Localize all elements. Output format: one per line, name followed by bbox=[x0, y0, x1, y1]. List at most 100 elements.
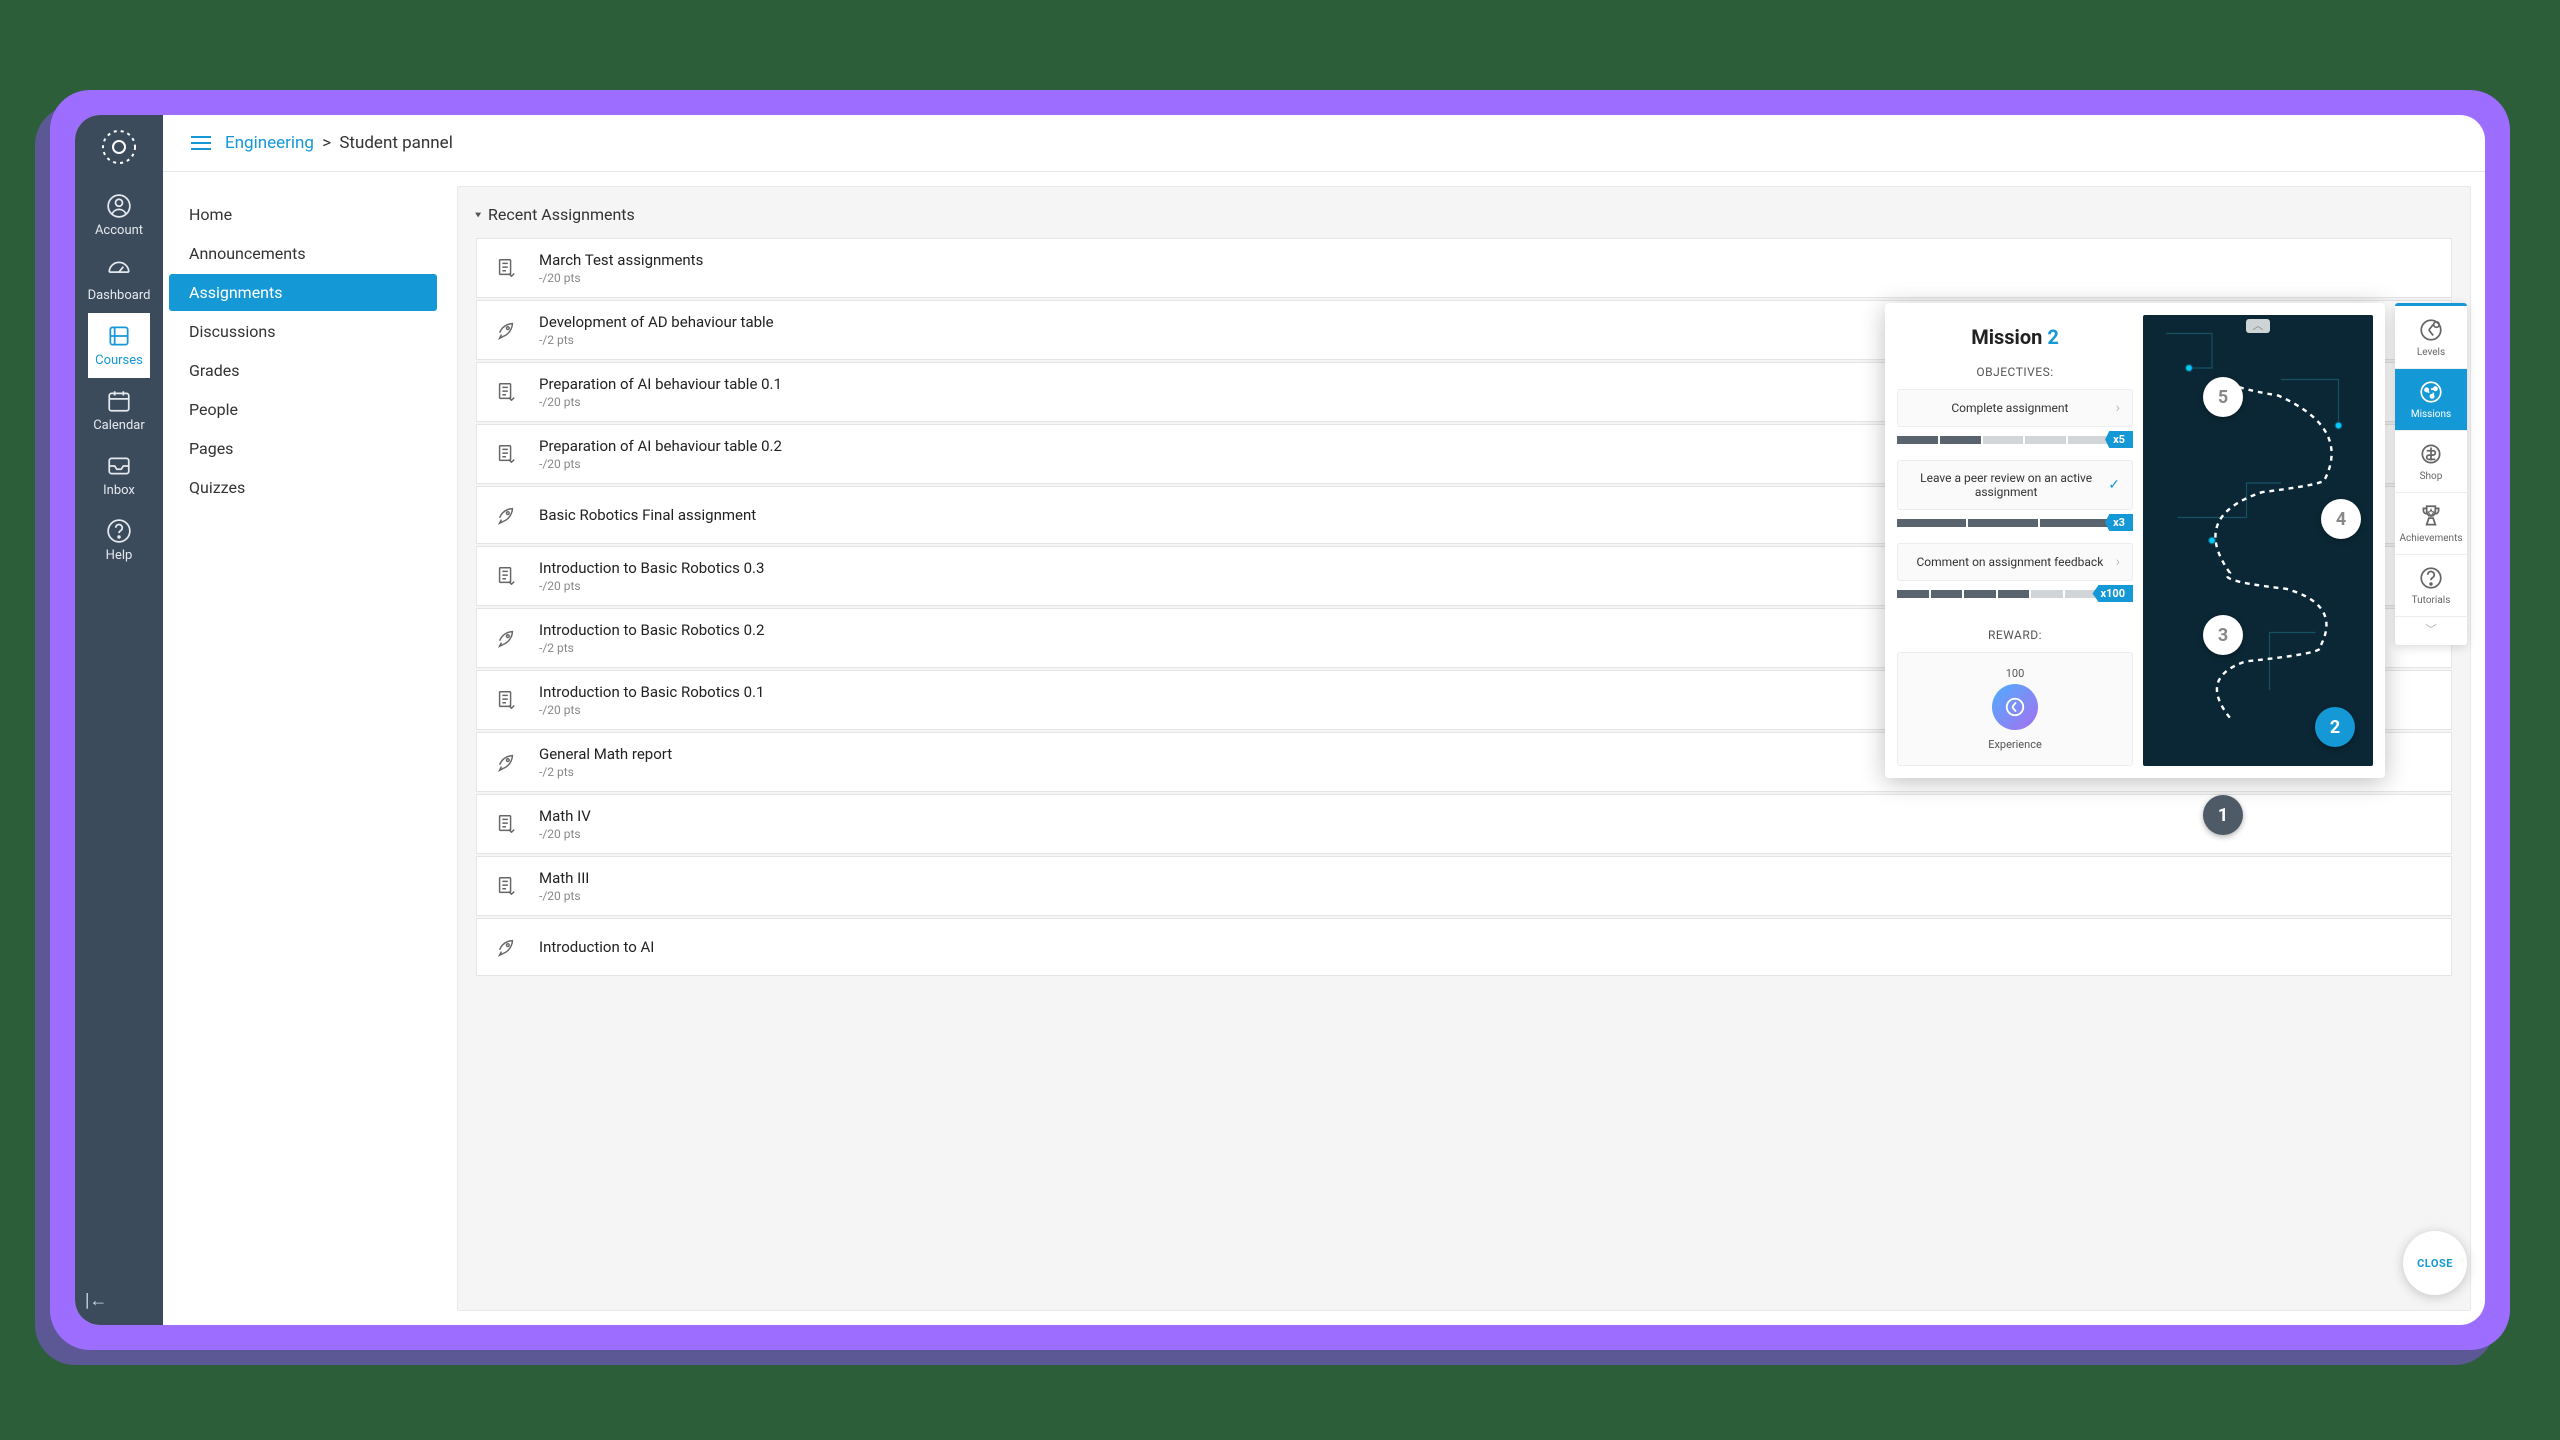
sidenav-item-announcements[interactable]: Announcements bbox=[169, 235, 437, 272]
assignment-title: Introduction to Basic Robotics 0.2 bbox=[539, 621, 764, 639]
nav-calendar[interactable]: Calendar bbox=[88, 378, 151, 443]
document-edit-icon bbox=[495, 565, 517, 587]
assignment-row[interactable]: March Test assignments-/20 pts bbox=[476, 238, 2452, 298]
course-nav: HomeAnnouncementsAssignmentsDiscussionsG… bbox=[163, 172, 443, 1325]
close-button[interactable]: CLOSE bbox=[2403, 1231, 2467, 1295]
account-icon bbox=[106, 193, 132, 219]
nav-inbox[interactable]: Inbox bbox=[88, 443, 151, 508]
objective-text: Leave a peer review on an active assignm… bbox=[1910, 471, 2102, 499]
progress-segments bbox=[1897, 590, 2096, 598]
mission-node-3[interactable]: 3 bbox=[2203, 615, 2243, 655]
progress-segment bbox=[1968, 519, 2037, 527]
mission-node-4[interactable]: 4 bbox=[2321, 499, 2361, 539]
assignment-body: Introduction to Basic Robotics 0.3-/20 p… bbox=[539, 559, 764, 593]
progress-segment bbox=[2040, 519, 2109, 527]
sidenav-item-discussions[interactable]: Discussions bbox=[169, 313, 437, 350]
nav-label: Inbox bbox=[103, 483, 135, 498]
progress-segment bbox=[2031, 590, 2063, 598]
nav-label: Calendar bbox=[93, 418, 145, 433]
objective-progress: x3 bbox=[1897, 514, 2133, 531]
assignment-title: Math IV bbox=[539, 807, 591, 825]
nav-courses[interactable]: Courses bbox=[88, 313, 151, 378]
mission-panel: Mission 2 OBJECTIVES: Complete assignmen… bbox=[1885, 303, 2385, 778]
progress-segment bbox=[2025, 436, 2066, 444]
objectives-label: OBJECTIVES: bbox=[1976, 365, 2053, 379]
assignment-body: Introduction to AI bbox=[539, 938, 654, 956]
tab-label: Levels bbox=[2417, 347, 2445, 358]
breadcrumb-link[interactable]: Engineering bbox=[225, 133, 314, 153]
rail-expand-icon[interactable]: |← bbox=[75, 1290, 107, 1311]
assignment-points: -/20 pts bbox=[539, 703, 764, 717]
tab-label: Shop bbox=[2420, 471, 2443, 482]
breadcrumb-separator: > bbox=[322, 133, 331, 153]
assignment-title: Preparation of AI behaviour table 0.1 bbox=[539, 375, 782, 393]
levels-icon bbox=[2418, 317, 2444, 343]
tutorials-icon bbox=[2418, 565, 2444, 591]
tab-shop[interactable]: Shop bbox=[2395, 431, 2467, 493]
objective-text: Comment on assignment feedback bbox=[1910, 555, 2110, 569]
assignment-title: Introduction to AI bbox=[539, 938, 654, 956]
section-title[interactable]: Recent Assignments bbox=[476, 205, 2452, 224]
assignment-title: Math III bbox=[539, 869, 589, 887]
multiplier-badge: x5 bbox=[2105, 431, 2133, 448]
mission-map[interactable]: ︿ 54321 bbox=[2143, 315, 2373, 766]
assignment-body: March Test assignments-/20 pts bbox=[539, 251, 703, 285]
sidenav-item-home[interactable]: Home bbox=[169, 196, 437, 233]
mission-node-5[interactable]: 5 bbox=[2203, 377, 2243, 417]
tab-more-icon[interactable]: ﹀ bbox=[2395, 617, 2467, 641]
assignment-row[interactable]: Math III-/20 pts bbox=[476, 856, 2452, 916]
assignment-points: -/20 pts bbox=[539, 827, 591, 841]
assignment-points: -/2 pts bbox=[539, 333, 774, 347]
sidenav-item-quizzes[interactable]: Quizzes bbox=[169, 469, 437, 506]
nav-help[interactable]: Help bbox=[88, 508, 151, 573]
rocket-icon bbox=[495, 627, 517, 649]
document-edit-icon bbox=[495, 813, 517, 835]
assignment-title: Development of AD behaviour table bbox=[539, 313, 774, 331]
gamification-tabs: Levels Missions Shop Achievements Tutorials ﹀ bbox=[2395, 303, 2467, 645]
dashboard-icon bbox=[106, 258, 132, 284]
objective-progress: x100 bbox=[1897, 585, 2133, 602]
sidenav-item-assignments[interactable]: Assignments bbox=[169, 274, 437, 311]
achievements-icon bbox=[2418, 503, 2444, 529]
tab-label: Achievements bbox=[2399, 533, 2462, 544]
topbar: Engineering > Student pannel bbox=[163, 115, 2485, 172]
assignment-row[interactable]: Introduction to AI bbox=[476, 918, 2452, 976]
chevron-right-icon: › bbox=[2116, 400, 2120, 416]
assignment-title: Preparation of AI behaviour table 0.2 bbox=[539, 437, 782, 455]
mission-node-1[interactable]: 1 bbox=[2203, 795, 2243, 835]
objective-card[interactable]: Leave a peer review on an active assignm… bbox=[1897, 460, 2133, 510]
tab-label: Tutorials bbox=[2412, 595, 2451, 606]
tab-levels[interactable]: Levels bbox=[2395, 307, 2467, 369]
progress-segment bbox=[1931, 590, 1963, 598]
nav-dashboard[interactable]: Dashboard bbox=[88, 248, 151, 313]
progress-segment bbox=[1897, 436, 1938, 444]
menu-toggle-icon[interactable] bbox=[191, 136, 211, 150]
tab-tutorials[interactable]: Tutorials bbox=[2395, 555, 2467, 617]
mission-node-2[interactable]: 2 bbox=[2315, 707, 2355, 747]
assignment-points: -/2 pts bbox=[539, 765, 672, 779]
rocket-icon bbox=[495, 504, 517, 526]
progress-segment bbox=[1897, 590, 1929, 598]
device-frame: AccountDashboardCourses Calendar Inbox Help… bbox=[50, 90, 2510, 1350]
assignment-body: Preparation of AI behaviour table 0.2-/2… bbox=[539, 437, 782, 471]
sidenav-item-people[interactable]: People bbox=[169, 391, 437, 428]
sidenav-item-pages[interactable]: Pages bbox=[169, 430, 437, 467]
tab-missions[interactable]: Missions bbox=[2395, 369, 2467, 431]
breadcrumb-current: Student pannel bbox=[339, 133, 453, 153]
missions-icon bbox=[2418, 379, 2444, 405]
assignment-points: -/20 pts bbox=[539, 271, 703, 285]
objective-card[interactable]: Complete assignment› bbox=[1897, 389, 2133, 427]
assignment-row[interactable]: Math IV -/20 pts bbox=[476, 794, 2452, 854]
multiplier-badge: x100 bbox=[2092, 585, 2133, 602]
mission-details: Mission 2 OBJECTIVES: Complete assignmen… bbox=[1897, 315, 2133, 766]
assignment-title: Basic Robotics Final assignment bbox=[539, 506, 756, 524]
reward-value: 100 bbox=[2006, 667, 2025, 680]
assignment-points: -/2 pts bbox=[539, 641, 764, 655]
sidenav-item-grades[interactable]: Grades bbox=[169, 352, 437, 389]
nav-account[interactable]: Account bbox=[88, 183, 151, 248]
assignment-title: General Math report bbox=[539, 745, 672, 763]
nav-label: Help bbox=[106, 548, 133, 563]
document-edit-icon bbox=[495, 689, 517, 711]
objective-card[interactable]: Comment on assignment feedback› bbox=[1897, 543, 2133, 581]
tab-achievements[interactable]: Achievements bbox=[2395, 493, 2467, 555]
